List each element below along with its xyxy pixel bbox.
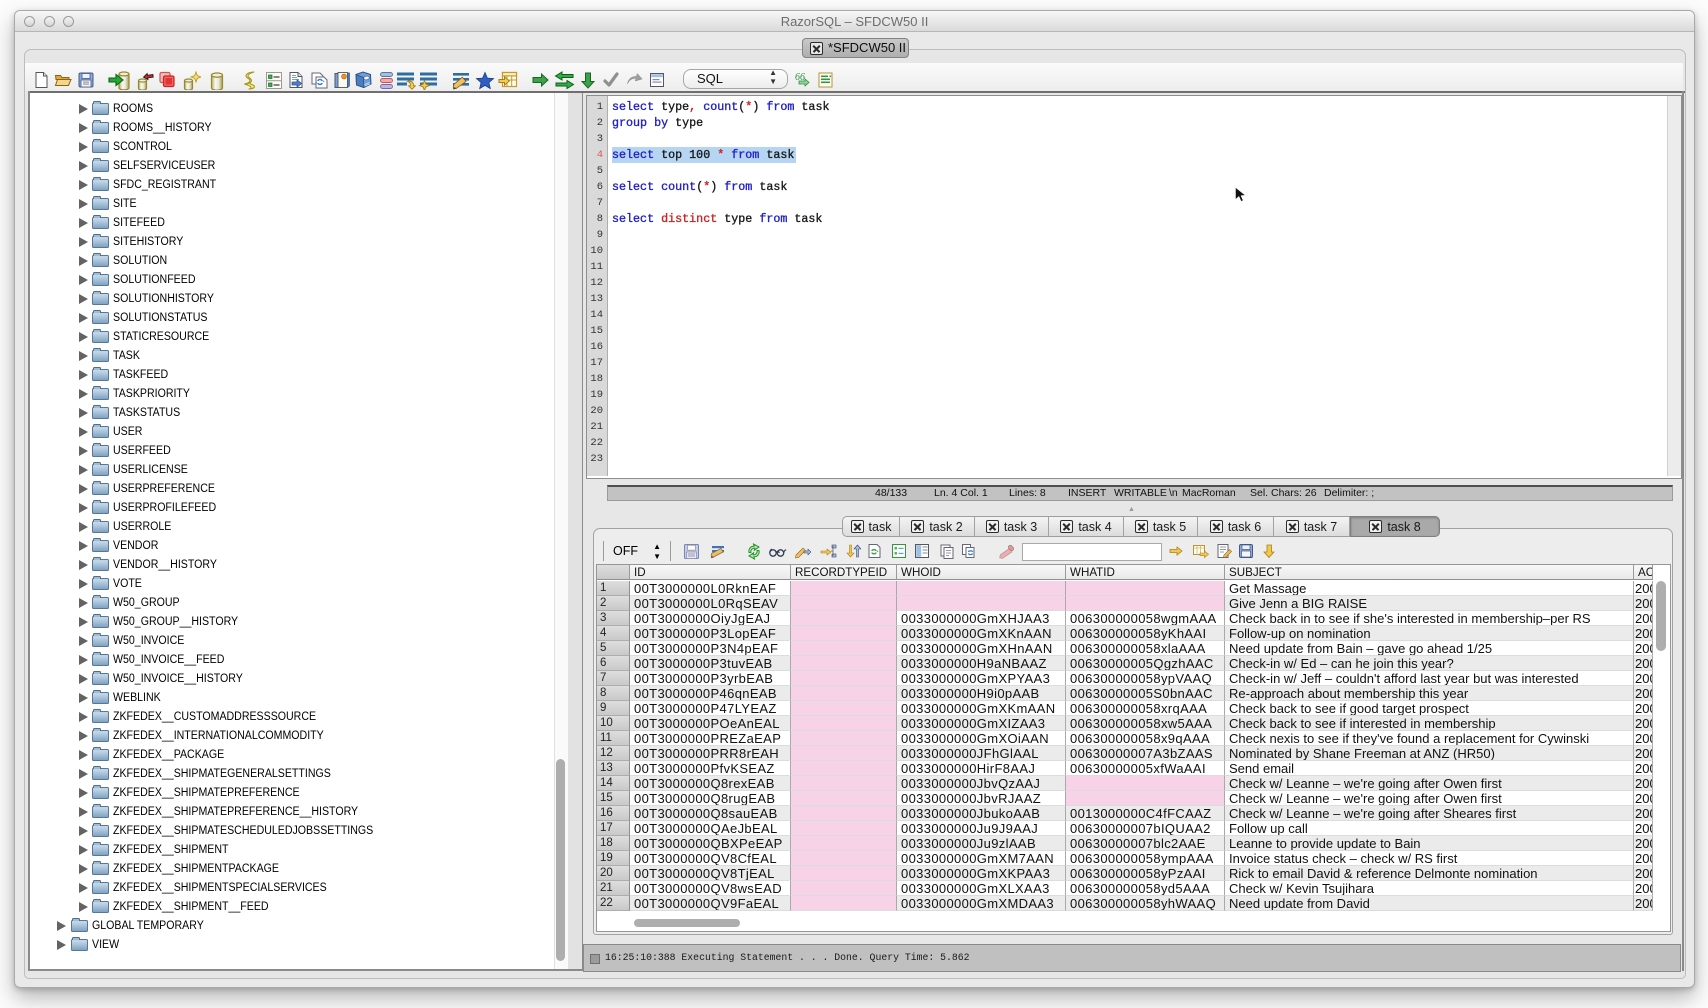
svg-text:..: .. bbox=[1249, 553, 1253, 559]
